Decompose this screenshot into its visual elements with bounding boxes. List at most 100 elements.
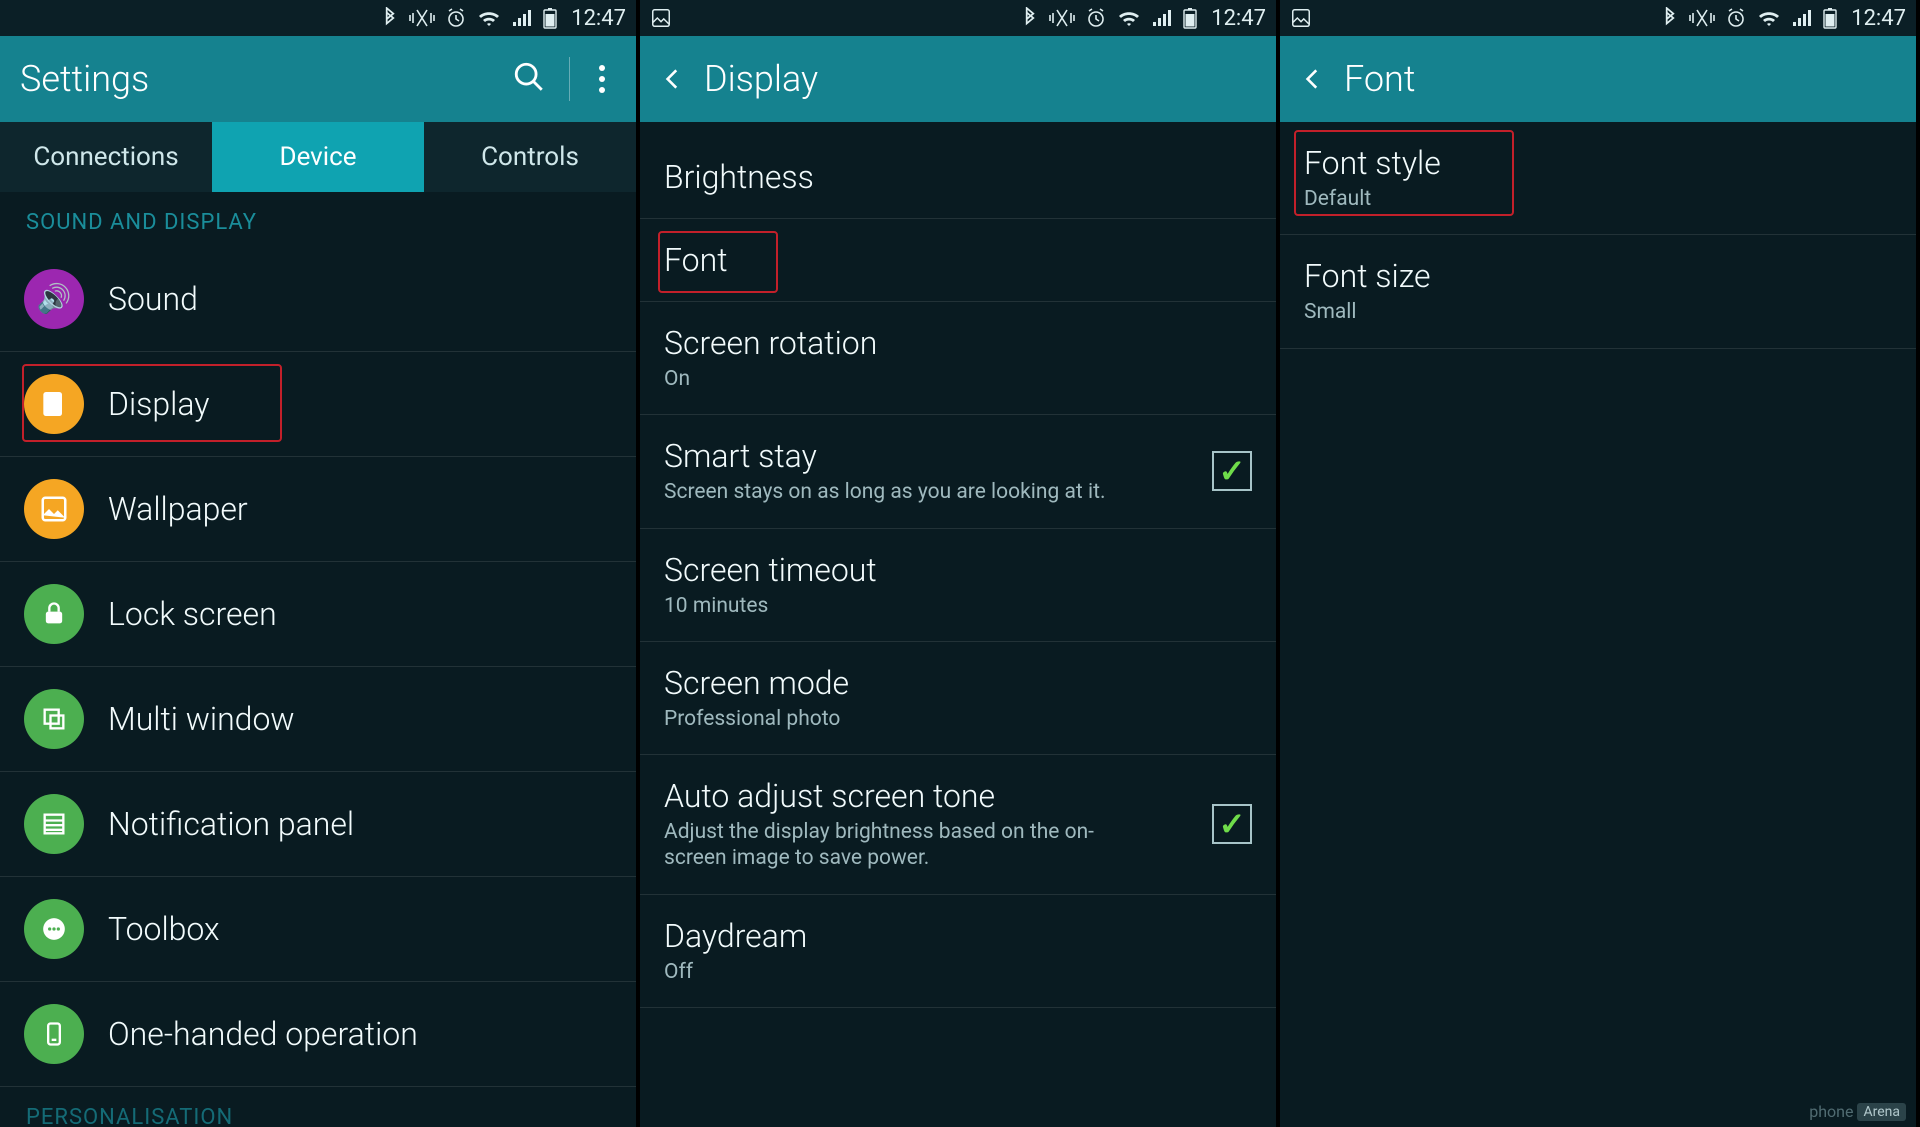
row-label: Multi window [108, 700, 612, 738]
row-label: Brightness [664, 158, 1252, 196]
row-sub: Off [664, 959, 1193, 985]
font-list: Font style Default Font size Small [1280, 122, 1916, 1127]
status-bar: 12:47 [1280, 0, 1916, 36]
vibrate-icon [1049, 7, 1075, 29]
row-label: One-handed operation [108, 1015, 612, 1053]
row-sound[interactable]: 🔊 Sound [0, 247, 636, 352]
overflow-menu-icon[interactable] [588, 65, 616, 93]
row-sub: Screen stays on as long as you are looki… [664, 479, 1136, 505]
row-brightness[interactable]: Brightness [640, 136, 1276, 219]
row-label: Display [108, 385, 612, 423]
bluetooth-icon [1021, 7, 1039, 29]
lock-screen-icon [24, 584, 84, 644]
row-label: Smart stay [664, 437, 1188, 475]
row-label: Daydream [664, 917, 1252, 955]
action-bar: Display [640, 36, 1276, 122]
row-screen-timeout[interactable]: Screen timeout 10 minutes [640, 529, 1276, 642]
wifi-icon [477, 8, 501, 28]
row-font-size[interactable]: Font size Small [1280, 235, 1916, 348]
row-label: Screen mode [664, 664, 1252, 702]
signal-icon [1151, 8, 1173, 28]
status-bar: 12:47 [0, 0, 636, 36]
settings-list: SOUND AND DISPLAY 🔊 Sound Display Wallpa… [0, 192, 636, 1127]
row-font[interactable]: Font [640, 219, 1276, 302]
row-daydream[interactable]: Daydream Off [640, 895, 1276, 1008]
row-smart-stay[interactable]: Smart stay Screen stays on as long as yo… [640, 415, 1276, 528]
row-sub: Default [1304, 186, 1833, 212]
row-one-handed[interactable]: One-handed operation [0, 982, 636, 1087]
phone-screen-display: 12:47 Display Brightness Font Screen rot… [640, 0, 1280, 1127]
checkbox-smart-stay[interactable] [1212, 451, 1252, 491]
tab-device[interactable]: Device [212, 122, 424, 192]
row-font-style[interactable]: Font style Default [1280, 122, 1916, 235]
phone-screen-font: 12:47 Font Font style Default Font size … [1280, 0, 1920, 1127]
row-screen-rotation[interactable]: Screen rotation On [640, 302, 1276, 415]
action-bar: Settings [0, 36, 636, 122]
row-label: Screen timeout [664, 551, 1252, 589]
row-label: Screen rotation [664, 324, 1252, 362]
alarm-icon [1725, 7, 1747, 29]
row-lock-screen[interactable]: Lock screen [0, 562, 636, 667]
tab-connections[interactable]: Connections [0, 122, 212, 192]
screen-title: Settings [20, 58, 489, 100]
signal-icon [511, 8, 533, 28]
row-label: Font size [1304, 257, 1892, 295]
image-notification-icon [650, 7, 672, 29]
row-sub: Professional photo [664, 706, 1193, 732]
row-label: Auto adjust screen tone [664, 777, 1188, 815]
display-icon [24, 374, 84, 434]
checkbox-auto-adjust[interactable] [1212, 804, 1252, 844]
sound-icon: 🔊 [24, 269, 84, 329]
battery-icon [1183, 7, 1197, 29]
wifi-icon [1757, 8, 1781, 28]
toolbox-icon [24, 899, 84, 959]
row-label: Font style [1304, 144, 1892, 182]
row-sub: Small [1304, 299, 1833, 325]
tab-controls[interactable]: Controls [424, 122, 636, 192]
tab-bar: Connections Device Controls [0, 122, 636, 192]
row-toolbox[interactable]: Toolbox [0, 877, 636, 982]
row-display[interactable]: Display [0, 352, 636, 457]
status-time: 12:47 [571, 6, 626, 31]
status-time: 12:47 [1851, 6, 1906, 31]
watermark: phone Arena [1809, 1102, 1906, 1121]
watermark-text: phone [1809, 1102, 1853, 1121]
row-sub: On [664, 366, 1193, 392]
bluetooth-icon [1661, 7, 1679, 29]
vibrate-icon [409, 7, 435, 29]
section-sound-display: SOUND AND DISPLAY [0, 192, 636, 247]
screen-title: Font [1344, 58, 1896, 100]
status-bar: 12:47 [640, 0, 1276, 36]
multi-window-icon [24, 689, 84, 749]
vibrate-icon [1689, 7, 1715, 29]
row-sub: 10 minutes [664, 593, 1193, 619]
back-icon[interactable] [1300, 66, 1326, 92]
section-personalisation: PERSONALISATION [0, 1087, 636, 1127]
action-bar: Font [1280, 36, 1916, 122]
row-wallpaper[interactable]: Wallpaper [0, 457, 636, 562]
action-divider [569, 57, 570, 101]
battery-icon [1823, 7, 1837, 29]
watermark-badge: Arena [1857, 1103, 1906, 1121]
row-label: Toolbox [108, 910, 612, 948]
image-notification-icon [1290, 7, 1312, 29]
row-label: Sound [108, 280, 612, 318]
battery-icon [543, 7, 557, 29]
row-multi-window[interactable]: Multi window [0, 667, 636, 772]
phone-screen-settings: 12:47 Settings Connections Device Contro… [0, 0, 640, 1127]
search-icon[interactable] [507, 60, 551, 98]
row-label: Wallpaper [108, 490, 612, 528]
row-label: Lock screen [108, 595, 612, 633]
row-notification-panel[interactable]: Notification panel [0, 772, 636, 877]
one-handed-icon [24, 1004, 84, 1064]
back-icon[interactable] [660, 66, 686, 92]
row-screen-mode[interactable]: Screen mode Professional photo [640, 642, 1276, 755]
row-label: Font [664, 241, 1252, 279]
screen-title: Display [704, 58, 1256, 100]
notification-panel-icon [24, 794, 84, 854]
alarm-icon [1085, 7, 1107, 29]
wifi-icon [1117, 8, 1141, 28]
wallpaper-icon [24, 479, 84, 539]
bluetooth-icon [381, 7, 399, 29]
row-auto-adjust-tone[interactable]: Auto adjust screen tone Adjust the displ… [640, 755, 1276, 895]
